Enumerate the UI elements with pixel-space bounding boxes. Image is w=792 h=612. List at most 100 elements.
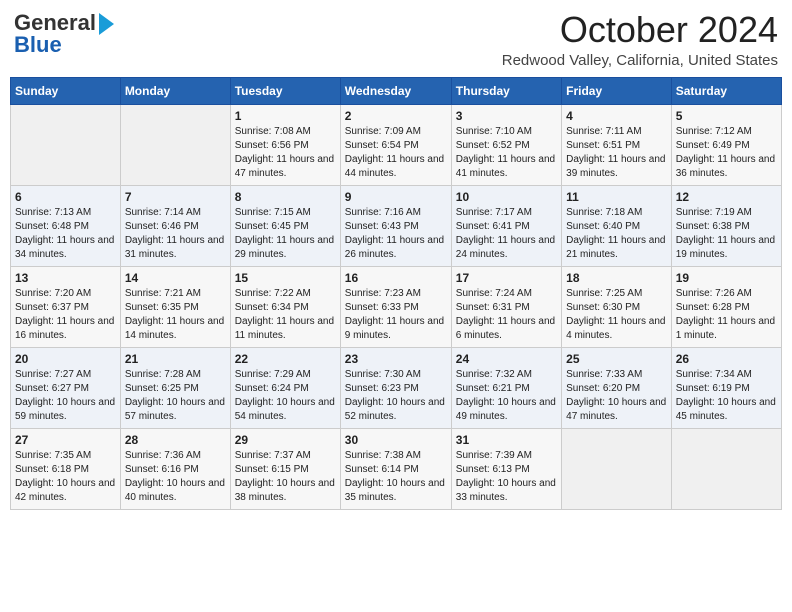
calendar-week-row: 6 Sunrise: 7:13 AMSunset: 6:48 PMDaylight… [11, 185, 782, 266]
day-info: Sunrise: 7:26 AMSunset: 6:28 PMDaylight:… [676, 287, 777, 343]
calendar-cell: 11 Sunrise: 7:18 AMSunset: 6:40 PMDayligh… [562, 185, 672, 266]
calendar-cell: 1 Sunrise: 7:08 AMSunset: 6:56 PMDaylight… [230, 104, 340, 185]
calendar-cell: 10 Sunrise: 7:17 AMSunset: 6:41 PMDayligh… [451, 185, 561, 266]
day-number: 28 [125, 433, 226, 447]
day-info: Sunrise: 7:12 AMSunset: 6:49 PMDaylight:… [676, 125, 777, 181]
day-number: 22 [235, 352, 336, 366]
calendar-cell: 31Sunrise: 7:39 AMSunset: 6:13 PMDayligh… [451, 428, 561, 509]
calendar-cell: 23 Sunrise: 7:30 AMSunset: 6:23 PMDayligh… [340, 347, 451, 428]
day-info: Sunrise: 7:36 AMSunset: 6:16 PMDaylight:… [125, 449, 226, 505]
calendar-cell: 30Sunrise: 7:38 AMSunset: 6:14 PMDayligh… [340, 428, 451, 509]
calendar-cell: 7 Sunrise: 7:14 AMSunset: 6:46 PMDaylight… [120, 185, 230, 266]
calendar-cell: 13Sunrise: 7:20 AMSunset: 6:37 PMDayligh… [11, 266, 121, 347]
day-number: 1 [235, 109, 336, 123]
calendar-cell: 17 Sunrise: 7:24 AMSunset: 6:31 PMDayligh… [451, 266, 561, 347]
day-number: 9 [345, 190, 447, 204]
calendar-cell: 18Sunrise: 7:25 AMSunset: 6:30 PMDayligh… [562, 266, 672, 347]
calendar-cell [671, 428, 781, 509]
calendar-cell [11, 104, 121, 185]
day-info: Sunrise: 7:30 AMSunset: 6:23 PMDaylight:… [345, 368, 447, 424]
day-number: 12 [676, 190, 777, 204]
calendar-cell: 22 Sunrise: 7:29 AMSunset: 6:24 PMDayligh… [230, 347, 340, 428]
day-info: Sunrise: 7:11 AMSunset: 6:51 PMDaylight:… [566, 125, 667, 181]
calendar-cell: 24Sunrise: 7:32 AMSunset: 6:21 PMDayligh… [451, 347, 561, 428]
day-number: 25 [566, 352, 667, 366]
day-info: Sunrise: 7:25 AMSunset: 6:30 PMDaylight:… [566, 287, 667, 343]
calendar-day-header: Thursday [451, 77, 561, 104]
day-info: Sunrise: 7:15 AMSunset: 6:45 PMDaylight:… [235, 206, 336, 262]
day-number: 17 [456, 271, 557, 285]
calendar-table: SundayMondayTuesdayWednesdayThursdayFrid… [10, 77, 782, 510]
day-info: Sunrise: 7:13 AMSunset: 6:48 PMDaylight:… [15, 206, 116, 262]
day-number: 24 [456, 352, 557, 366]
calendar-cell [120, 104, 230, 185]
title-block: October 2024 Redwood Valley, California,… [502, 10, 778, 69]
calendar-day-header: Wednesday [340, 77, 451, 104]
day-info: Sunrise: 7:27 AMSunset: 6:27 PMDaylight:… [15, 368, 116, 424]
calendar-week-row: 20 Sunrise: 7:27 AMSunset: 6:27 PMDayligh… [11, 347, 782, 428]
day-number: 13 [15, 271, 116, 285]
day-number: 8 [235, 190, 336, 204]
logo-blue: Blue [14, 32, 62, 58]
day-number: 26 [676, 352, 777, 366]
calendar-cell: 21 Sunrise: 7:28 AMSunset: 6:25 PMDayligh… [120, 347, 230, 428]
day-info: Sunrise: 7:10 AMSunset: 6:52 PMDaylight:… [456, 125, 557, 181]
day-info: Sunrise: 7:19 AMSunset: 6:38 PMDaylight:… [676, 206, 777, 262]
day-info: Sunrise: 7:09 AMSunset: 6:54 PMDaylight:… [345, 125, 447, 181]
calendar-header-row: SundayMondayTuesdayWednesdayThursdayFrid… [11, 77, 782, 104]
calendar-day-header: Saturday [671, 77, 781, 104]
day-number: 5 [676, 109, 777, 123]
day-info: Sunrise: 7:17 AMSunset: 6:41 PMDaylight:… [456, 206, 557, 262]
day-number: 31 [456, 433, 557, 447]
location: Redwood Valley, California, United State… [502, 52, 778, 69]
day-info: Sunrise: 7:29 AMSunset: 6:24 PMDaylight:… [235, 368, 336, 424]
calendar-day-header: Sunday [11, 77, 121, 104]
calendar-cell: 5 Sunrise: 7:12 AMSunset: 6:49 PMDaylight… [671, 104, 781, 185]
day-number: 27 [15, 433, 116, 447]
day-info: Sunrise: 7:16 AMSunset: 6:43 PMDaylight:… [345, 206, 447, 262]
day-info: Sunrise: 7:18 AMSunset: 6:40 PMDaylight:… [566, 206, 667, 262]
day-number: 20 [15, 352, 116, 366]
page-header: General Blue October 2024 Redwood Valley… [10, 10, 782, 69]
day-number: 7 [125, 190, 226, 204]
calendar-week-row: 27Sunrise: 7:35 AMSunset: 6:18 PMDayligh… [11, 428, 782, 509]
day-info: Sunrise: 7:22 AMSunset: 6:34 PMDaylight:… [235, 287, 336, 343]
calendar-cell: 3Sunrise: 7:10 AMSunset: 6:52 PMDaylight… [451, 104, 561, 185]
calendar-cell: 20 Sunrise: 7:27 AMSunset: 6:27 PMDayligh… [11, 347, 121, 428]
calendar-cell: 28 Sunrise: 7:36 AMSunset: 6:16 PMDayligh… [120, 428, 230, 509]
calendar-cell: 6 Sunrise: 7:13 AMSunset: 6:48 PMDaylight… [11, 185, 121, 266]
calendar-cell: 29 Sunrise: 7:37 AMSunset: 6:15 PMDayligh… [230, 428, 340, 509]
day-info: Sunrise: 7:37 AMSunset: 6:15 PMDaylight:… [235, 449, 336, 505]
day-info: Sunrise: 7:33 AMSunset: 6:20 PMDaylight:… [566, 368, 667, 424]
day-number: 11 [566, 190, 667, 204]
day-number: 16 [345, 271, 447, 285]
month-title: October 2024 [502, 10, 778, 50]
day-info: Sunrise: 7:24 AMSunset: 6:31 PMDaylight:… [456, 287, 557, 343]
calendar-week-row: 1 Sunrise: 7:08 AMSunset: 6:56 PMDaylight… [11, 104, 782, 185]
calendar-cell: 2 Sunrise: 7:09 AMSunset: 6:54 PMDaylight… [340, 104, 451, 185]
calendar-cell: 27Sunrise: 7:35 AMSunset: 6:18 PMDayligh… [11, 428, 121, 509]
day-number: 30 [345, 433, 447, 447]
day-number: 10 [456, 190, 557, 204]
day-info: Sunrise: 7:28 AMSunset: 6:25 PMDaylight:… [125, 368, 226, 424]
day-info: Sunrise: 7:08 AMSunset: 6:56 PMDaylight:… [235, 125, 336, 181]
calendar-day-header: Tuesday [230, 77, 340, 104]
calendar-week-row: 13Sunrise: 7:20 AMSunset: 6:37 PMDayligh… [11, 266, 782, 347]
logo: General Blue [14, 10, 114, 58]
calendar-cell: 15Sunrise: 7:22 AMSunset: 6:34 PMDayligh… [230, 266, 340, 347]
calendar-cell: 25 Sunrise: 7:33 AMSunset: 6:20 PMDayligh… [562, 347, 672, 428]
day-number: 4 [566, 109, 667, 123]
calendar-cell: 9 Sunrise: 7:16 AMSunset: 6:43 PMDaylight… [340, 185, 451, 266]
calendar-cell: 14 Sunrise: 7:21 AMSunset: 6:35 PMDayligh… [120, 266, 230, 347]
day-number: 14 [125, 271, 226, 285]
calendar-cell: 12 Sunrise: 7:19 AMSunset: 6:38 PMDayligh… [671, 185, 781, 266]
day-number: 2 [345, 109, 447, 123]
day-number: 23 [345, 352, 447, 366]
day-info: Sunrise: 7:14 AMSunset: 6:46 PMDaylight:… [125, 206, 226, 262]
day-number: 29 [235, 433, 336, 447]
day-info: Sunrise: 7:21 AMSunset: 6:35 PMDaylight:… [125, 287, 226, 343]
day-number: 21 [125, 352, 226, 366]
day-info: Sunrise: 7:23 AMSunset: 6:33 PMDaylight:… [345, 287, 447, 343]
logo-arrow-icon [99, 13, 114, 35]
day-number: 6 [15, 190, 116, 204]
